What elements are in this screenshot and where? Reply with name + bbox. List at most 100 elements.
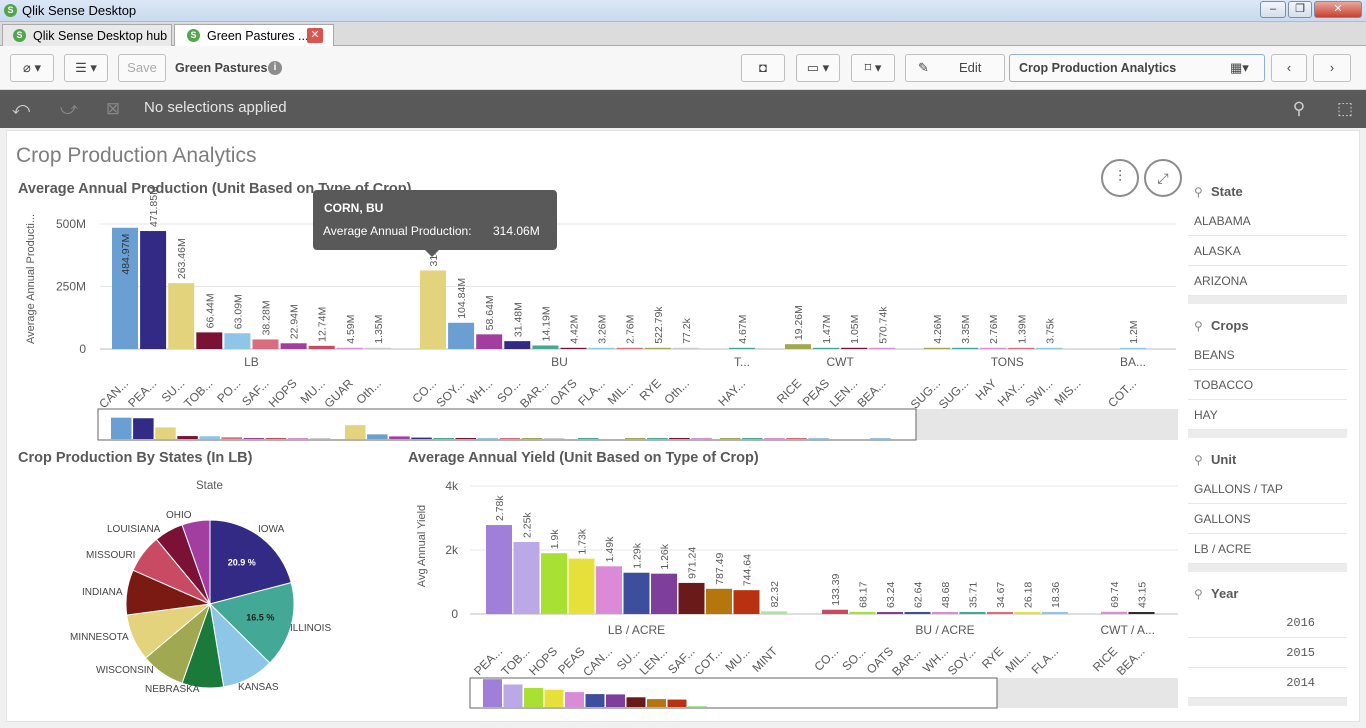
chevron-right-icon: ›	[1329, 60, 1335, 75]
bar[interactable]	[568, 558, 595, 614]
bar[interactable]	[1128, 612, 1155, 614]
data-label: 787.49	[714, 553, 726, 585]
data-label: 1.26k	[659, 543, 671, 569]
data-label: 18.36	[1050, 582, 1062, 608]
x-group-label: LB / ACRE	[608, 623, 665, 637]
y-axis-title: Avg Annual Yield	[416, 505, 428, 587]
bar[interactable]	[706, 588, 732, 614]
x-tick-label: COT...	[691, 644, 725, 678]
x-tick-label: SOY...	[945, 644, 979, 678]
mini-bar	[524, 688, 543, 707]
filter-scrollbar[interactable]	[1188, 698, 1347, 706]
x-tick-label: PEA...	[471, 644, 505, 678]
filter-item[interactable]: BEANS	[1188, 340, 1347, 370]
filter-title-crops[interactable]: Crops	[1211, 318, 1249, 333]
bar[interactable]	[822, 609, 848, 614]
filter-item[interactable]: LB / ACRE	[1188, 534, 1347, 564]
bar[interactable]	[761, 611, 787, 614]
filter-item[interactable]: 2015	[1188, 638, 1347, 668]
y-tick-label: 4k	[445, 479, 459, 493]
bar[interactable]	[1042, 612, 1068, 614]
data-label: 35.71	[968, 582, 980, 608]
filter-title-unit[interactable]: Unit	[1211, 452, 1236, 467]
y-tick-label: 2k	[445, 543, 459, 557]
filter-item[interactable]: HAY	[1188, 400, 1347, 430]
x-tick-label: RYE	[979, 644, 1006, 671]
data-label: 68.17	[858, 581, 870, 607]
bar[interactable]	[932, 612, 958, 614]
filter-item[interactable]: TOBACCO	[1188, 370, 1347, 400]
search-icon: ⚲	[1194, 185, 1203, 199]
data-label: 1.73k	[577, 528, 589, 554]
data-label: 2.25k	[522, 512, 534, 538]
mini-bar	[667, 699, 687, 707]
mini-bar	[483, 679, 502, 707]
data-label: 133.39	[830, 573, 842, 605]
mini-bar	[688, 706, 707, 707]
bar[interactable]	[987, 612, 1013, 614]
filter-scrollbar[interactable]	[1188, 564, 1347, 572]
bar[interactable]	[596, 566, 622, 614]
bar[interactable]	[623, 572, 650, 614]
x-tick-label: MU...	[722, 644, 752, 674]
x-tick-label: CO...	[811, 644, 841, 674]
filter-scrollbar[interactable]	[1188, 430, 1347, 438]
bar[interactable]	[849, 611, 876, 614]
bar[interactable]	[877, 611, 903, 614]
mini-bar	[606, 694, 625, 707]
filter-item[interactable]: 2016	[1188, 608, 1347, 638]
data-label: 26.18	[1023, 582, 1035, 608]
bar[interactable]	[651, 573, 677, 614]
bar[interactable]	[733, 590, 760, 614]
data-label: 1.9k	[549, 529, 561, 550]
filter-item[interactable]: ARIZONA	[1188, 266, 1347, 296]
data-label: 34.67	[995, 582, 1007, 608]
mini-bar	[626, 697, 646, 707]
close-window-button[interactable]: ✕	[1314, 1, 1362, 18]
bar[interactable]	[541, 553, 567, 614]
x-tick-label: SAF...	[665, 644, 698, 677]
mini-bar	[647, 699, 666, 707]
filter-item[interactable]: GALLONS / TAP	[1188, 474, 1347, 504]
bar[interactable]	[904, 611, 931, 614]
x-group-label: CWT / A...	[1101, 623, 1155, 637]
mini-bar	[565, 692, 584, 707]
data-label: 744.64	[742, 554, 754, 586]
search-icon: ⚲	[1194, 453, 1203, 467]
x-tick-label: TOB...	[498, 644, 532, 678]
filter-scrollbar[interactable]	[1188, 296, 1347, 304]
x-group-label: BU / ACRE	[915, 623, 974, 637]
bar[interactable]	[486, 525, 512, 614]
x-tick-label: MIL...	[1002, 644, 1033, 675]
selections-tool-icon[interactable]: ⬚	[1334, 98, 1356, 120]
bar[interactable]	[1014, 612, 1041, 614]
search-icon: ⚲	[1194, 319, 1203, 333]
previous-sheet-button[interactable]: ‹	[1271, 54, 1307, 82]
mini-bar	[503, 684, 523, 707]
x-tick-label: CAN...	[580, 644, 615, 679]
search-icon[interactable]: ⚲	[1288, 98, 1310, 120]
filter-item[interactable]: ALABAMA	[1188, 206, 1347, 236]
chevron-left-icon: ‹	[1286, 60, 1292, 75]
filter-item[interactable]: GALLONS	[1188, 504, 1347, 534]
x-tick-label: FLA...	[1029, 644, 1062, 677]
mini-bar	[544, 689, 564, 707]
bar[interactable]	[678, 582, 705, 614]
filter-item[interactable]: ALASKA	[1188, 236, 1347, 266]
bar[interactable]	[1101, 611, 1127, 614]
maximize-button[interactable]: ❐	[1288, 1, 1312, 18]
x-tick-label: MINT	[749, 644, 780, 675]
x-tick-label: HOPS	[526, 644, 560, 678]
data-label: 43.15	[1137, 582, 1149, 608]
bar[interactable]	[513, 542, 540, 614]
x-tick-label: LEN...	[637, 644, 670, 677]
minimize-button[interactable]: –	[1260, 1, 1286, 18]
filter-title-state[interactable]: State	[1211, 184, 1243, 199]
filter-title-year[interactable]: Year	[1211, 586, 1238, 601]
filter-item[interactable]: 2014	[1188, 668, 1347, 698]
yield-bar-chart[interactable]: 0 2k 4k Avg Annual Yield 2.78k 2.25k 1.9k 1.73k…	[0, 0, 1190, 720]
data-label: 82.32	[769, 581, 781, 607]
next-sheet-button[interactable]: ›	[1313, 54, 1351, 82]
bar[interactable]	[959, 612, 986, 614]
data-label: 1.29k	[632, 542, 644, 568]
